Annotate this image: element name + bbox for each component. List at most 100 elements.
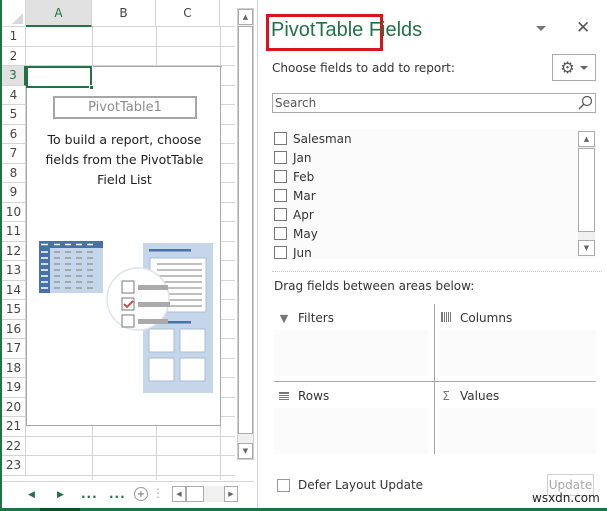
field-checkbox[interactable]	[274, 132, 287, 145]
row-header-10[interactable]: 10	[2, 202, 26, 222]
field-list-scrollbar[interactable]: ▲ ▼	[578, 131, 595, 256]
row-header-23[interactable]: 23	[2, 456, 26, 476]
row-header-21[interactable]: 21	[2, 417, 26, 437]
scroll-up-button[interactable]: ▲	[578, 131, 595, 147]
row-header-20[interactable]: 20	[2, 397, 26, 417]
column-header-partial	[220, 0, 235, 27]
column-header-a[interactable]: A	[26, 0, 92, 27]
row-header-17[interactable]: 17	[2, 339, 26, 359]
field-item-salesman[interactable]: Salesman	[274, 129, 352, 148]
field-label: Jun	[293, 245, 312, 260]
row-header-1[interactable]: 1	[2, 27, 26, 47]
row-header-16[interactable]: 16	[2, 319, 26, 339]
field-label: Jan	[293, 150, 312, 165]
search-field[interactable]	[272, 93, 596, 113]
row-header-18[interactable]: 18	[2, 358, 26, 378]
splitter-handle[interactable]: ⋮	[152, 486, 164, 500]
prev-sheet-icon[interactable]: ◀	[28, 490, 35, 500]
field-label: Mar	[293, 188, 316, 203]
search-icon[interactable]	[577, 95, 593, 111]
row-header-9[interactable]: 9	[2, 183, 26, 203]
selected-cell-a3[interactable]	[26, 66, 92, 88]
defer-label: Defer Layout Update	[298, 478, 424, 492]
field-item-jun[interactable]: Jun	[274, 243, 312, 259]
tools-button[interactable]: ⚙	[552, 54, 596, 81]
field-item-apr[interactable]: Apr	[274, 205, 314, 224]
scroll-left-button[interactable]: ◀	[172, 486, 186, 502]
next-sheet-icon[interactable]: ▶	[57, 490, 64, 500]
area-divider-vertical	[434, 304, 435, 454]
pivot-table-placeholder[interactable]: PivotTable1 To build a report, choose fi…	[26, 66, 222, 426]
row-header-12[interactable]: 12	[2, 241, 26, 261]
row-header-13[interactable]: 13	[2, 261, 26, 281]
columns-icon	[440, 311, 452, 325]
row-header-15[interactable]: 15	[2, 300, 26, 320]
row-header-2[interactable]: 2	[2, 46, 26, 66]
scroll-down-button[interactable]: ▼	[578, 240, 595, 256]
row-header-7[interactable]: 7	[2, 144, 26, 164]
pane-options-dropdown-icon[interactable]	[536, 26, 546, 31]
filters-label: Filters	[298, 311, 334, 325]
filters-area-header: ▼ Filters	[278, 311, 334, 325]
field-checkbox[interactable]	[274, 170, 287, 183]
filters-drop-zone[interactable]	[274, 330, 428, 376]
choose-fields-label: Choose fields to add to report:	[272, 61, 455, 75]
row-header-5[interactable]: 5	[2, 105, 26, 125]
scroll-down-button[interactable]: ▼	[238, 443, 253, 459]
field-item-mar[interactable]: Mar	[274, 186, 316, 205]
field-checkbox[interactable]	[274, 208, 287, 221]
more-sheets-left-button[interactable]: ...	[81, 487, 98, 501]
filter-icon: ▼	[279, 311, 289, 325]
defer-layout-update[interactable]: Defer Layout Update	[277, 478, 423, 492]
sheet-tab-bar: ◀ ▶ ... ... + ⋮ ◀ ▶	[2, 481, 254, 508]
scroll-up-button[interactable]: ▲	[238, 9, 253, 25]
sheet-vertical-scrollbar[interactable]: ▲ ▼	[237, 8, 254, 460]
pivot-instructions: To build a report, choose fields from th…	[45, 132, 204, 187]
values-label: Values	[460, 389, 500, 403]
pane-title: PivotTable Fields	[271, 19, 423, 41]
row-header-3[interactable]: 3	[2, 66, 26, 86]
field-item-may[interactable]: May	[274, 224, 318, 243]
defer-checkbox[interactable]	[277, 478, 290, 492]
field-checkbox[interactable]	[274, 151, 287, 164]
field-checkbox[interactable]	[274, 189, 287, 202]
scroll-thumb[interactable]	[578, 148, 595, 232]
horizontal-scroll-thumb[interactable]	[186, 486, 204, 502]
row-header-4[interactable]: 4	[2, 85, 26, 105]
gridline	[26, 474, 235, 476]
field-label: Feb	[293, 169, 315, 184]
row-header-22[interactable]: 22	[2, 436, 26, 456]
values-drop-zone[interactable]	[438, 408, 596, 454]
row-header-11[interactable]: 11	[2, 222, 26, 242]
column-header-c[interactable]: C	[156, 0, 220, 27]
scroll-right-button[interactable]: ▶	[224, 486, 238, 502]
fill-handle[interactable]	[89, 85, 94, 90]
sheet-horizontal-scrollbar[interactable]: ◀ ▶	[172, 486, 238, 502]
more-sheets-right-button[interactable]: ...	[109, 487, 126, 501]
row-header-8[interactable]: 8	[2, 163, 26, 183]
pivot-field-list-pane: PivotTable Fields ✕ Choose fields to add…	[257, 0, 607, 508]
column-header-b[interactable]: B	[92, 0, 156, 27]
field-item-jan[interactable]: Jan	[274, 148, 312, 167]
rows-area-header: Rows	[278, 389, 329, 403]
columns-drop-zone[interactable]	[438, 330, 596, 376]
rows-drop-zone[interactable]	[274, 408, 428, 454]
row-header-19[interactable]: 19	[2, 378, 26, 398]
excel-window: A B C 1 2 3 4 5 6 7 8 9 10 11 12 13 14 15 16 17 18 19 20 21 2…	[0, 0, 607, 511]
worksheet-grid[interactable]: A B C 1 2 3 4 5 6 7 8 9 10 11 12 13 14 15 16 17 18 19 20 21 2…	[2, 0, 235, 480]
select-all-corner[interactable]	[2, 0, 26, 27]
field-checkbox[interactable]	[274, 246, 287, 259]
row-header-6[interactable]: 6	[2, 124, 26, 144]
watermark: wsxdn.com	[532, 491, 600, 505]
row-header-14[interactable]: 14	[2, 280, 26, 300]
add-sheet-icon[interactable]: +	[134, 487, 148, 501]
field-checkbox[interactable]	[274, 227, 287, 240]
field-item-feb[interactable]: Feb	[274, 167, 314, 186]
values-area-header: Σ Values	[440, 389, 499, 403]
scroll-thumb[interactable]	[238, 26, 253, 434]
field-list[interactable]: Salesman Jan Feb Mar Apr May Jun ▲ ▼	[272, 129, 596, 259]
columns-area-header: Columns	[440, 311, 512, 325]
field-label: Apr	[293, 207, 314, 222]
close-icon[interactable]: ✕	[576, 18, 590, 38]
search-input[interactable]	[273, 96, 573, 110]
